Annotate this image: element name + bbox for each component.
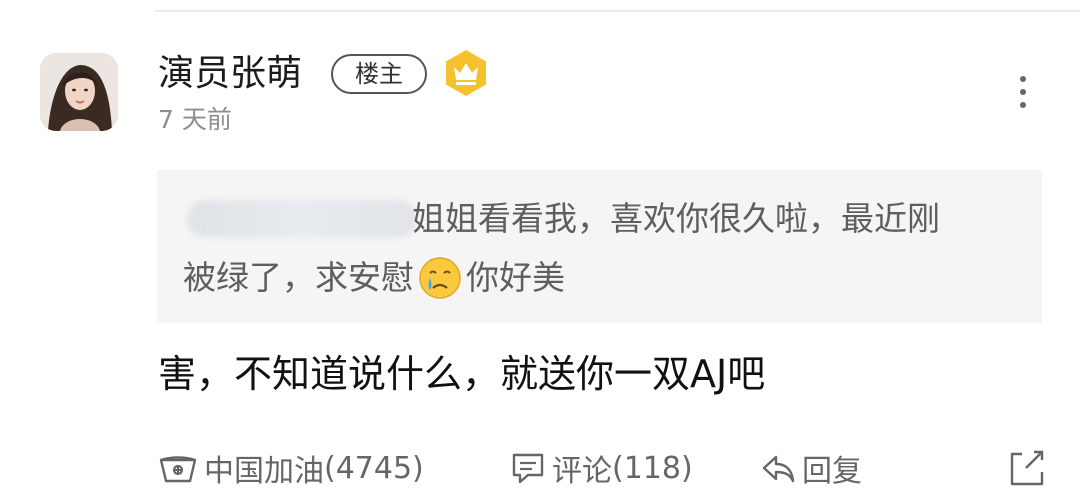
crown-icon <box>441 48 491 98</box>
quoted-comment[interactable]: 姐姐看看我，喜欢你很久啦，最近刚 被绿了，求安慰 你好美 <box>157 170 1042 323</box>
comment-label: 评论 <box>552 454 612 489</box>
like-button[interactable]: 中国加油 (4745) <box>158 446 424 490</box>
comment-icon <box>512 453 544 484</box>
divider <box>155 10 1080 12</box>
username[interactable]: 演员张萌 <box>158 52 302 96</box>
op-badge: 楼主 <box>331 54 427 94</box>
like-count: (4745) <box>324 450 424 486</box>
comment-card: 演员张萌 楼主 7 天前 姐姐看看我，喜欢你很久啦，最近刚 被绿了，求安慰 你好… <box>0 0 1080 499</box>
comment-count: (118) <box>612 450 693 486</box>
reply-text: 害，不知道说什么，就送你一双AJ吧 <box>158 352 766 396</box>
blurred-username <box>187 200 417 238</box>
share-icon[interactable] <box>1004 446 1048 490</box>
quote-text-line2: 被绿了，求安慰 你好美 <box>183 256 565 300</box>
comment-button[interactable]: 评论 (118) <box>510 446 693 490</box>
like-icon <box>159 456 197 483</box>
reply-label: 回复 <box>802 454 862 489</box>
crying-face-emoji <box>418 256 462 300</box>
quote-text-part-a: 被绿了，求安慰 <box>183 258 414 297</box>
quote-text-line1: 姐姐看看我，喜欢你很久啦，最近刚 <box>412 199 940 238</box>
timestamp: 7 天前 <box>158 105 232 134</box>
like-label: 中国加油 <box>204 454 324 489</box>
more-options-icon[interactable] <box>1006 74 1040 110</box>
avatar[interactable] <box>40 53 118 131</box>
reply-icon <box>762 455 795 483</box>
reply-button[interactable]: 回复 <box>760 446 862 490</box>
quote-text-part-b: 你好美 <box>466 258 565 297</box>
